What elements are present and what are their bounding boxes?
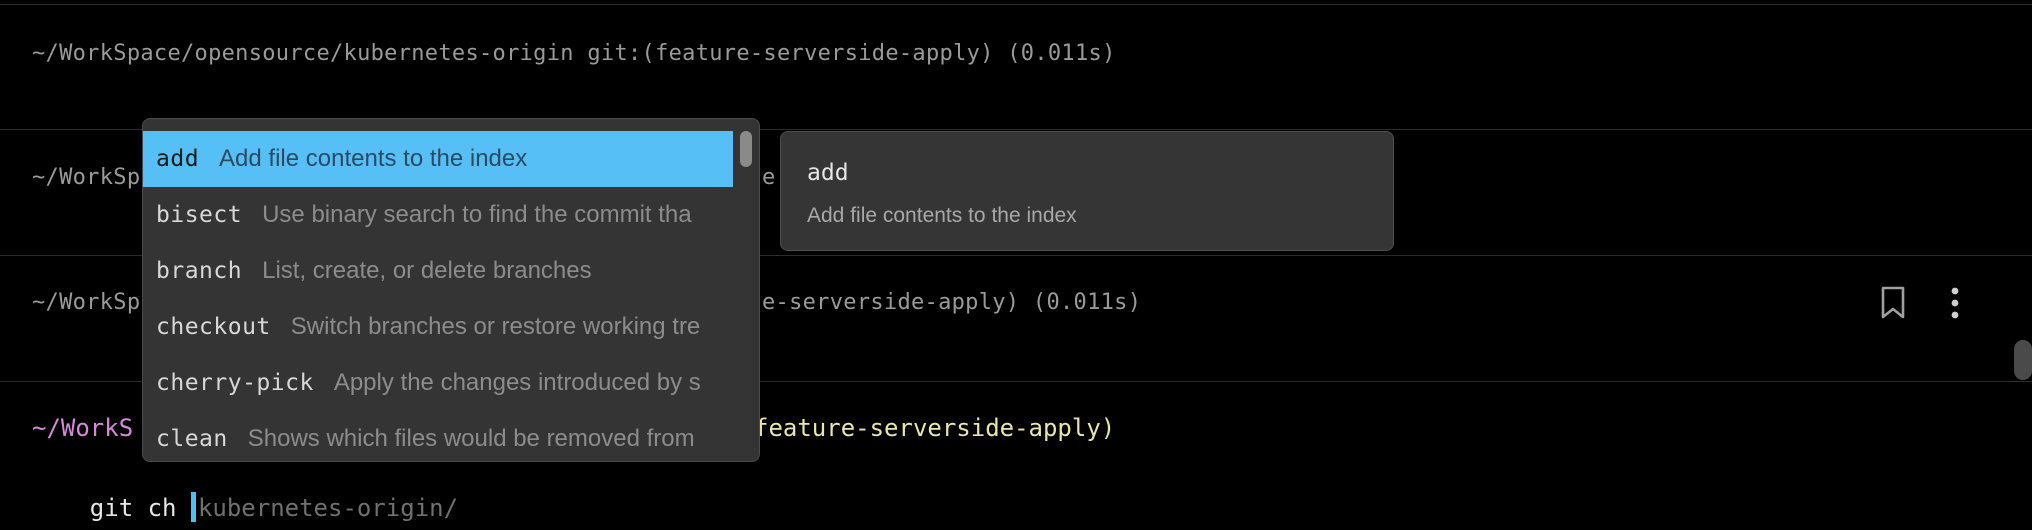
block-prompt-left: ~/WorkSp (32, 290, 141, 315)
completion-description: Shows which files would be removed from (247, 425, 695, 452)
active-prompt-branch: feature-serverside-apply) (754, 414, 1116, 442)
completion-command: clean (156, 426, 228, 452)
active-prompt-path: ~/WorkS (32, 414, 134, 442)
completion-command: branch (156, 258, 243, 284)
detail-title: add (807, 160, 849, 186)
command-input-text: git ch (89, 494, 191, 522)
completion-item-clean[interactable]: clean Shows which files would be removed … (143, 411, 733, 461)
completion-description: Add file contents to the index (219, 145, 528, 172)
block-prompt-right: e-serverside-apply) (0.011s) (762, 290, 1142, 315)
completion-description: Use binary search to find the commit tha (262, 201, 692, 228)
more-vertical-icon[interactable] (1944, 286, 1966, 325)
completion-scrollbar[interactable] (737, 127, 755, 453)
completion-description: Apply the changes introduced by s (333, 369, 701, 396)
completion-command: cherry-pick (156, 370, 314, 396)
completion-description: Switch branches or restore working tre (290, 313, 701, 340)
completion-command: add (156, 146, 200, 172)
completion-scrollbar-thumb[interactable] (740, 131, 752, 167)
block-prompt-right: e (762, 165, 776, 190)
command-input[interactable]: git ch kubernetes-origin/ (32, 464, 458, 530)
text-cursor (190, 492, 196, 522)
completion-menu[interactable]: add Add file contents to the index bisect… (142, 118, 760, 462)
completion-list: add Add file contents to the index bisect… (143, 131, 733, 461)
bookmark-icon[interactable] (1880, 286, 1906, 325)
terminal-scrollbar-thumb[interactable] (2014, 340, 2032, 380)
terminal-block-1[interactable]: ~/WorkSpace/opensource/kubernetes-origin… (0, 4, 2032, 129)
completion-item-bisect[interactable]: bisect Use binary search to find the comm… (143, 187, 733, 243)
block-prompt-left: ~/WorkSp (32, 165, 141, 190)
completion-command: checkout (156, 314, 271, 340)
completion-command: bisect (156, 202, 243, 228)
completion-description: List, create, or delete branches (262, 257, 592, 284)
detail-description: Add file contents to the index (807, 204, 1077, 227)
completion-item-cherry-pick[interactable]: cherry-pick Apply the changes introduced … (143, 355, 733, 411)
block-prompt: ~/WorkSpace/opensource/kubernetes-origin… (32, 41, 1116, 66)
completion-detail-panel: add Add file contents to the index (780, 131, 1394, 251)
autosuggestion-ghost: kubernetes-origin/ (197, 494, 459, 522)
completion-item-checkout[interactable]: checkout Switch branches or restore worki… (143, 299, 733, 355)
completion-item-add[interactable]: add Add file contents to the index (143, 131, 733, 187)
completion-item-branch[interactable]: branch List, create, or delete branches (143, 243, 733, 299)
